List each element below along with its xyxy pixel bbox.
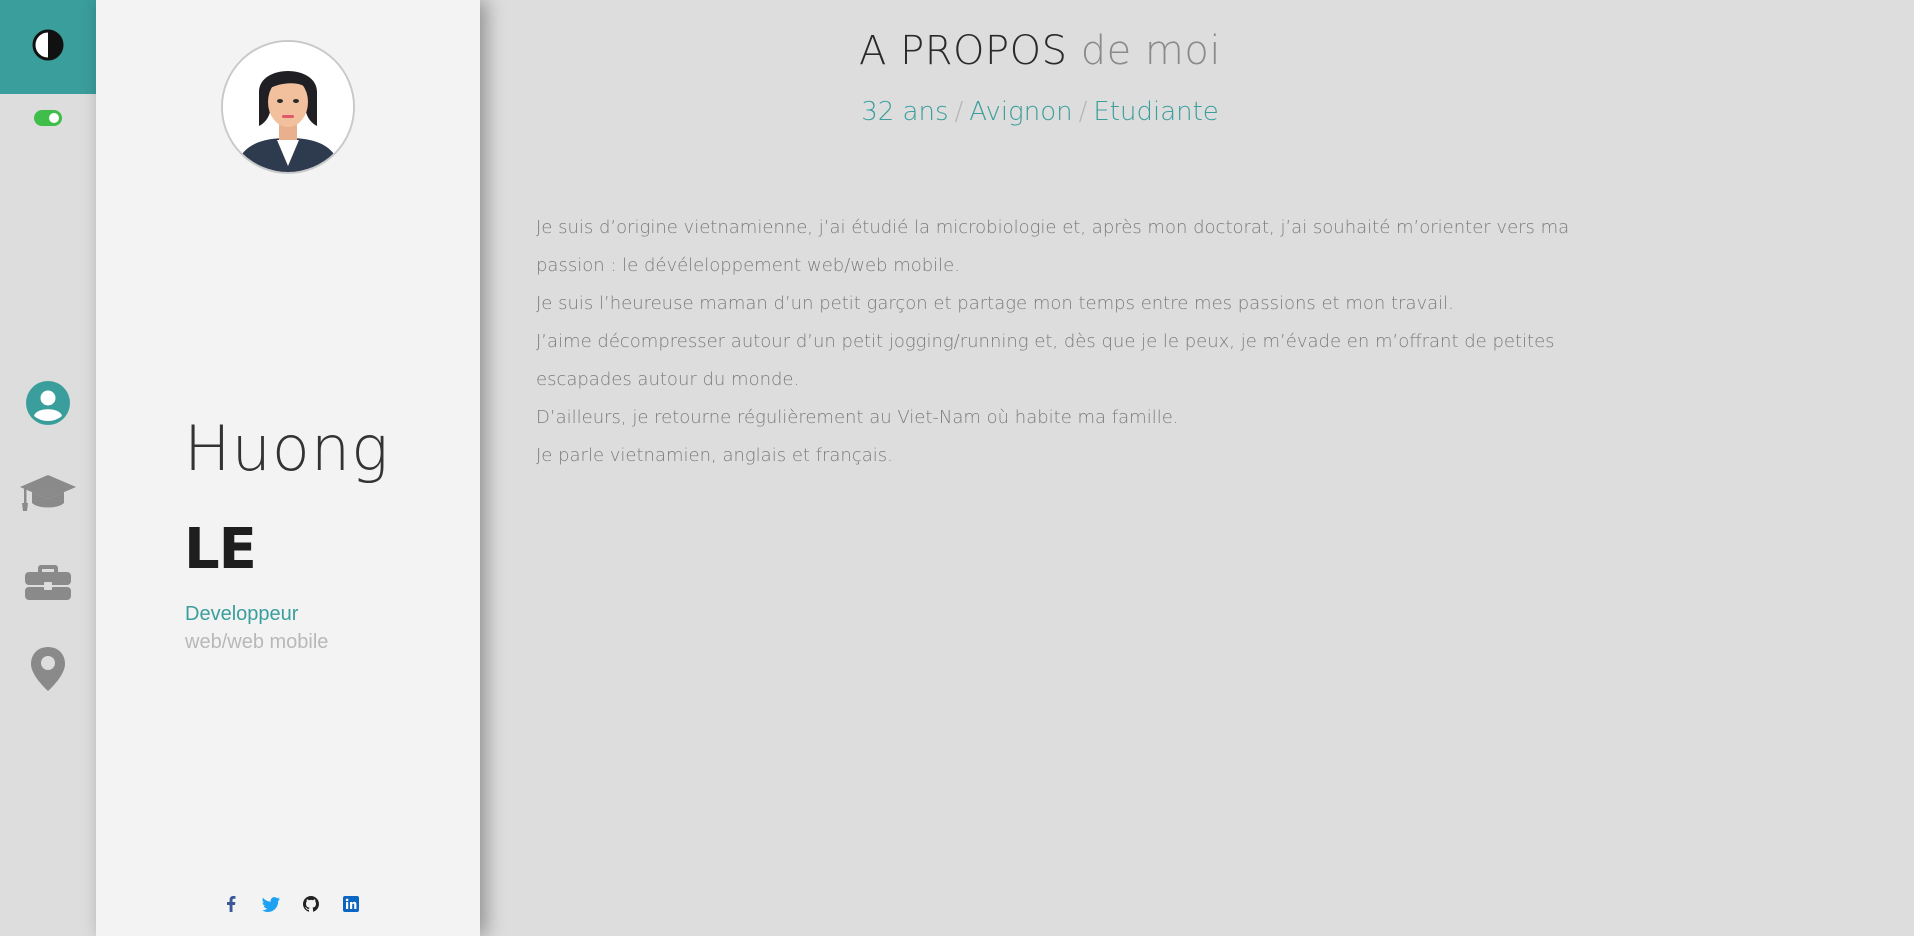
github-icon — [303, 896, 319, 916]
user-icon — [25, 380, 71, 430]
facebook-icon — [226, 896, 236, 916]
briefcase-icon — [24, 561, 72, 605]
map-pin-icon — [28, 645, 68, 697]
bio-paragraph: Je parle vietnamien, anglais et français… — [536, 445, 893, 466]
profile-summary: 32 ans / Avignon / Etudiante — [480, 97, 1600, 127]
contrast-icon — [31, 28, 65, 66]
linkedin-icon — [343, 896, 359, 916]
theme-switch-button[interactable] — [0, 0, 96, 94]
nav-item-education[interactable] — [0, 465, 96, 525]
avatar — [221, 40, 355, 174]
nav-item-experience[interactable] — [0, 553, 96, 613]
linkedin-link[interactable] — [341, 896, 361, 916]
bio-paragraph: Je suis l’heureuse maman d’un petit garç… — [536, 293, 1454, 314]
social-links — [221, 896, 361, 916]
github-link[interactable] — [301, 896, 321, 916]
separator: / — [1078, 97, 1088, 127]
last-name: LE — [184, 517, 257, 582]
bio-text: Je suis d’origine vietnamienne, j’ai étu… — [536, 209, 1576, 475]
page-title: A PROPOS de moi — [480, 28, 1600, 74]
status-label: Etudiante — [1093, 97, 1219, 127]
title-main: A PROPOS — [859, 28, 1068, 74]
dark-mode-toggle[interactable] — [34, 110, 62, 126]
title-light: de moi — [1080, 28, 1221, 74]
bio-paragraph: J’aime décompresser autour d’un petit jo… — [536, 331, 1555, 390]
nav-item-about[interactable] — [0, 375, 96, 435]
toggle-knob — [49, 113, 59, 123]
age-label: 32 ans — [861, 97, 949, 127]
profile-panel: Huong LE Developpeur web/web mobile — [96, 0, 480, 936]
separator: / — [954, 97, 964, 127]
job-subtitle: web/web mobile — [185, 631, 329, 653]
graduation-cap-icon — [18, 473, 78, 517]
first-name: Huong — [184, 412, 390, 485]
city-label: Avignon — [969, 97, 1073, 127]
bio-paragraph: D’ailleurs, je retourne régulièrement au… — [536, 407, 1179, 428]
twitter-icon — [262, 896, 280, 916]
about-section: A PROPOS de moi 32 ans / Avignon / Etudiante… — [480, 0, 1914, 936]
nav-rail — [0, 0, 96, 936]
job-title: Developpeur — [185, 603, 299, 625]
bio-paragraph: Je suis d’origine vietnamienne, j’ai étu… — [536, 217, 1570, 276]
twitter-link[interactable] — [261, 896, 281, 916]
facebook-link[interactable] — [221, 896, 241, 916]
nav-item-contact[interactable] — [0, 641, 96, 701]
